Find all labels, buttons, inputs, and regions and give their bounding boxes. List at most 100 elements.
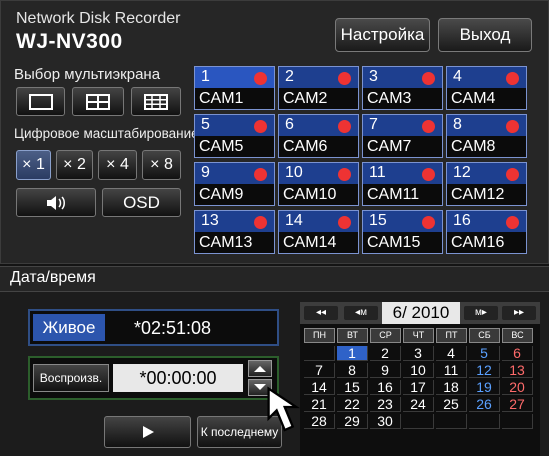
weekday-label: ЧТ bbox=[403, 328, 434, 343]
calendar-day[interactable]: 23 bbox=[370, 397, 401, 412]
single-view-icon bbox=[28, 93, 53, 110]
calendar-day bbox=[403, 414, 434, 429]
calendar-day[interactable]: 7 bbox=[304, 363, 335, 378]
weekday-label: СБ bbox=[469, 328, 500, 343]
calendar-month-year: 6/ 2010 bbox=[382, 302, 460, 324]
record-indicator-icon bbox=[422, 168, 435, 181]
camera-tile[interactable]: 10 CAM10 bbox=[278, 162, 359, 206]
camera-number: 10 bbox=[285, 164, 303, 181]
camera-number: 7 bbox=[369, 116, 378, 133]
calendar-day[interactable]: 9 bbox=[370, 363, 401, 378]
camera-tile[interactable]: 14 CAM14 bbox=[278, 210, 359, 254]
record-indicator-icon bbox=[506, 72, 519, 85]
camera-tile[interactable]: 4 CAM4 bbox=[446, 66, 527, 110]
multiscreen-label: Выбор мультиэкрана bbox=[14, 66, 161, 83]
calendar-day bbox=[304, 346, 335, 361]
camera-name: CAM11 bbox=[363, 184, 442, 205]
record-indicator-icon bbox=[254, 72, 267, 85]
live-button[interactable]: Живое bbox=[33, 314, 105, 341]
calendar-day[interactable]: 20 bbox=[502, 380, 533, 395]
calendar-day[interactable]: 30 bbox=[370, 414, 401, 429]
brand-model: WJ-NV300 bbox=[16, 30, 123, 53]
live-time: *02:51:08 bbox=[134, 318, 212, 338]
play-button[interactable] bbox=[104, 416, 191, 448]
prev-month-button[interactable]: ◂м bbox=[344, 306, 378, 320]
live-box: Живое *02:51:08 bbox=[28, 309, 279, 346]
calendar-day[interactable]: 27 bbox=[502, 397, 533, 412]
camera-tile[interactable]: 15 CAM15 bbox=[362, 210, 443, 254]
camera-tile[interactable]: 7 CAM7 bbox=[362, 114, 443, 158]
calendar-day[interactable]: 13 bbox=[502, 363, 533, 378]
camera-name: CAM9 bbox=[195, 184, 274, 205]
camera-tile[interactable]: 6 CAM6 bbox=[278, 114, 359, 158]
camera-name: CAM4 bbox=[447, 88, 526, 109]
calendar-day[interactable]: 29 bbox=[337, 414, 368, 429]
single-view-button[interactable] bbox=[16, 87, 65, 116]
calendar-day[interactable]: 22 bbox=[337, 397, 368, 412]
speaker-icon bbox=[47, 195, 65, 210]
camera-name: CAM5 bbox=[195, 136, 274, 157]
camera-name: CAM3 bbox=[363, 88, 442, 109]
calendar-day[interactable]: 1 bbox=[337, 346, 368, 361]
settings-button[interactable]: Настройка bbox=[335, 18, 430, 52]
camera-name: CAM13 bbox=[195, 232, 274, 253]
camera-name: CAM15 bbox=[363, 232, 442, 253]
playback-time-input[interactable]: *00:00:00 bbox=[113, 364, 243, 392]
calendar-day[interactable]: 4 bbox=[436, 346, 467, 361]
camera-number: 14 bbox=[285, 212, 303, 229]
next-month-button[interactable]: м▸ bbox=[464, 306, 498, 320]
zoom-x2-button[interactable]: × 2 bbox=[56, 150, 93, 180]
zoom-x4-button[interactable]: × 4 bbox=[98, 150, 137, 180]
calendar-day[interactable]: 12 bbox=[469, 363, 500, 378]
exit-button[interactable]: Выход bbox=[438, 18, 532, 52]
osd-button[interactable]: OSD bbox=[102, 188, 181, 217]
camera-tile[interactable]: 5 CAM5 bbox=[194, 114, 275, 158]
camera-number: 3 bbox=[369, 68, 378, 85]
quad-view-button[interactable] bbox=[72, 87, 124, 116]
calendar-day[interactable]: 6 bbox=[502, 346, 533, 361]
camera-number: 6 bbox=[285, 116, 294, 133]
weekday-label: СР bbox=[370, 328, 401, 343]
audio-button[interactable] bbox=[16, 188, 96, 217]
mouse-cursor-icon bbox=[267, 386, 300, 432]
zoom-x1-button[interactable]: × 1 bbox=[16, 150, 51, 180]
camera-number: 4 bbox=[453, 68, 462, 85]
calendar-day[interactable]: 19 bbox=[469, 380, 500, 395]
calendar-day[interactable]: 11 bbox=[436, 363, 467, 378]
record-indicator-icon bbox=[338, 168, 351, 181]
next-year-button[interactable]: ▸▸ bbox=[502, 306, 536, 320]
play-icon bbox=[142, 426, 154, 438]
calendar-day[interactable]: 18 bbox=[436, 380, 467, 395]
nine-view-button[interactable] bbox=[131, 87, 181, 116]
camera-tile[interactable]: 2 CAM2 bbox=[278, 66, 359, 110]
weekday-label: ПН bbox=[304, 328, 335, 343]
time-up-button[interactable] bbox=[248, 360, 272, 377]
calendar-day[interactable]: 5 bbox=[469, 346, 500, 361]
zoom-x8-button[interactable]: × 8 bbox=[142, 150, 181, 180]
calendar-day[interactable]: 17 bbox=[403, 380, 434, 395]
record-indicator-icon bbox=[506, 216, 519, 229]
playback-button[interactable]: Воспроизв. bbox=[33, 364, 109, 392]
calendar-day[interactable]: 8 bbox=[337, 363, 368, 378]
camera-tile[interactable]: 1 CAM1 bbox=[194, 66, 275, 110]
camera-name: CAM2 bbox=[279, 88, 358, 109]
camera-tile[interactable]: 16 CAM16 bbox=[446, 210, 527, 254]
camera-tile[interactable]: 11 CAM11 bbox=[362, 162, 443, 206]
record-indicator-icon bbox=[422, 120, 435, 133]
camera-tile[interactable]: 8 CAM8 bbox=[446, 114, 527, 158]
camera-tile[interactable]: 9 CAM9 bbox=[194, 162, 275, 206]
calendar-day[interactable]: 2 bbox=[370, 346, 401, 361]
record-indicator-icon bbox=[422, 72, 435, 85]
camera-tile[interactable]: 12 CAM12 bbox=[446, 162, 527, 206]
calendar-day[interactable]: 10 bbox=[403, 363, 434, 378]
calendar-day[interactable]: 24 bbox=[403, 397, 434, 412]
calendar-day[interactable]: 16 bbox=[370, 380, 401, 395]
calendar-day[interactable]: 3 bbox=[403, 346, 434, 361]
calendar-day[interactable]: 26 bbox=[469, 397, 500, 412]
calendar-day[interactable]: 25 bbox=[436, 397, 467, 412]
camera-tile[interactable]: 3 CAM3 bbox=[362, 66, 443, 110]
prev-year-button[interactable]: ◂◂ bbox=[304, 306, 338, 320]
quad-view-icon bbox=[86, 93, 110, 110]
calendar-day[interactable]: 15 bbox=[337, 380, 368, 395]
camera-tile[interactable]: 13 CAM13 bbox=[194, 210, 275, 254]
